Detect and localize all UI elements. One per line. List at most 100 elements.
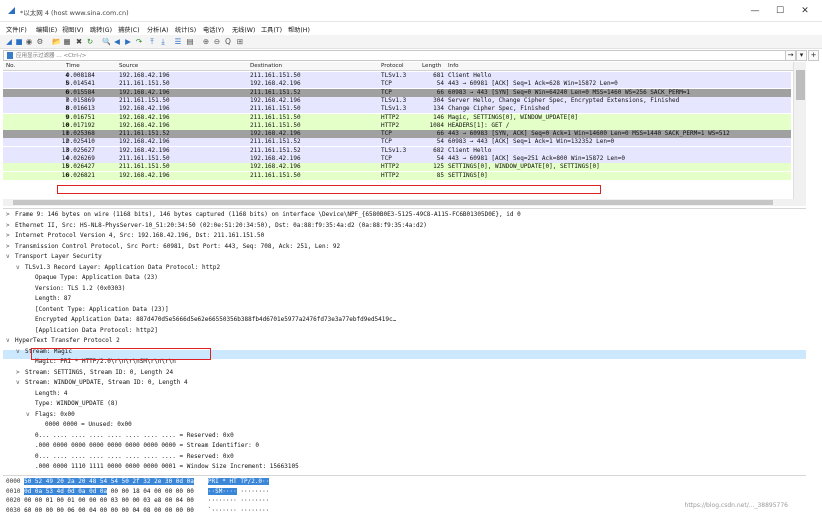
apply-filter-button[interactable]: → <box>785 50 796 61</box>
ascii-highlight[interactable]: ··SM···· <box>207 487 237 495</box>
detail-line[interactable]: Length: 4 <box>26 389 68 399</box>
table-row[interactable]: 5 0.014541 211.161.151.50 192.168.42.196 TCP… <box>3 80 791 89</box>
menu-item-4[interactable]: 捕获(C) <box>118 25 140 34</box>
first-icon[interactable]: ⤒ <box>148 38 156 46</box>
menu-item-1[interactable]: 编辑(E) <box>36 25 57 34</box>
detail-line[interactable]: v Flags: 0x00 <box>26 410 75 420</box>
detail-line[interactable]: > Frame 9: 146 bytes on wire (1168 bits),… <box>6 210 521 220</box>
detail-line[interactable]: .000 0000 1110 1111 0000 0000 0000 0001 … <box>26 462 299 472</box>
packet-bytes-pane[interactable]: 0000 50 52 49 20 2a 20 48 54 54 50 2f 32… <box>3 475 806 517</box>
detail-line[interactable]: v Stream: WINDOW_UPDATE, Stream ID: 0, Le… <box>16 378 188 388</box>
column-header-2[interactable]: Source <box>119 63 138 69</box>
detail-line[interactable]: > Transmission Control Protocol, Src Port… <box>6 242 340 252</box>
detail-line[interactable]: Length: 87 <box>26 294 71 304</box>
packet-details-pane[interactable]: > Frame 9: 146 bytes on wire (1168 bits),… <box>3 208 806 473</box>
packet-list-scrollbar[interactable] <box>793 62 806 199</box>
display-filter-input[interactable] <box>16 51 716 60</box>
table-row[interactable]: 4 0.008184 192.168.42.196 211.161.151.50 TLS… <box>3 72 791 80</box>
scrollbar-thumb[interactable] <box>796 70 805 100</box>
tree-arrow-icon[interactable]: v <box>16 378 25 388</box>
menu-item-3[interactable]: 跳转(G) <box>90 25 112 34</box>
ascii-bytes[interactable]: `······· ········ <box>208 507 269 514</box>
maximize-button[interactable]: ☐ <box>772 4 788 18</box>
tree-arrow-icon[interactable]: v <box>16 263 25 273</box>
reload-icon[interactable]: ↻ <box>86 38 94 46</box>
tree-arrow-icon[interactable]: v <box>6 336 15 346</box>
tree-arrow-icon[interactable]: > <box>6 242 15 252</box>
stop-icon[interactable]: ■ <box>15 38 23 46</box>
column-header-1[interactable]: Time <box>66 63 80 69</box>
tree-arrow-icon[interactable]: v <box>16 347 25 357</box>
table-row[interactable]: 8 0.016613 192.168.42.196 211.161.151.50 TLS… <box>3 105 791 114</box>
detail-line[interactable]: 0000 0000 = Unused: 0x00 <box>36 420 132 430</box>
menu-item-5[interactable]: 分析(A) <box>147 25 168 34</box>
table-row[interactable]: 12 0.025410 192.168.42.196 211.161.151.52 TC… <box>3 138 791 147</box>
close-button[interactable]: ✕ <box>797 4 813 18</box>
column-header-0[interactable]: No. <box>6 63 15 69</box>
packet-list[interactable]: No. Time Source Destination Protocol Length In… <box>3 62 806 199</box>
detail-line[interactable]: Version: TLS 1.2 (0x0303) <box>26 284 125 294</box>
detail-line[interactable]: v Transport Layer Security <box>6 252 102 262</box>
hex-bytes[interactable]: 60 00 00 00 06 00 04 00 00 00 04 08 00 0… <box>24 507 194 514</box>
colorize-icon[interactable]: ▤ <box>186 38 194 46</box>
table-row[interactable]: 15 0.026427 211.161.151.50 192.168.42.196 HT… <box>3 163 791 172</box>
detail-line[interactable]: > Internet Protocol Version 4, Src: 192.1… <box>6 231 264 241</box>
table-row[interactable]: 11 0.025368 211.161.151.52 192.168.42.196 TC… <box>3 130 791 139</box>
table-row[interactable]: 6 0.015584 192.168.42.196 211.161.151.52 TCP… <box>3 88 791 97</box>
add-filter-button[interactable]: + <box>808 50 819 61</box>
hex-bytes[interactable]: 00 00 18 04 00 00 00 00 <box>107 488 194 495</box>
menu-item-2[interactable]: 视图(V) <box>62 25 83 34</box>
ascii-bytes[interactable]: ········ ········ <box>208 497 269 504</box>
options-icon[interactable]: ⚙ <box>36 38 44 46</box>
menu-item-8[interactable]: 无线(W) <box>232 25 255 34</box>
table-row[interactable]: 10 0.017192 192.168.42.196 211.161.151.50 HT… <box>3 121 791 130</box>
tree-arrow-icon[interactable]: v <box>6 252 15 262</box>
filter-dropdown-button[interactable]: ▾ <box>796 50 807 61</box>
table-row[interactable]: 13 0.025627 192.168.42.196 211.161.151.52 TL… <box>3 146 791 155</box>
table-row[interactable]: 16 0.026821 192.168.42.196 211.161.151.50 HT… <box>3 171 791 180</box>
menu-item-10[interactable]: 帮助(H) <box>288 25 310 34</box>
save-icon[interactable]: ▦ <box>63 38 71 46</box>
table-row[interactable]: 9 0.016751 192.168.42.196 211.161.151.50 HTT… <box>3 113 791 122</box>
hex-highlight[interactable]: 50 52 49 20 2a 20 48 54 54 50 2f 32 2e 3… <box>24 478 194 485</box>
column-header-6[interactable]: Info <box>448 63 459 69</box>
detail-line[interactable]: 0... .... .... .... .... .... .... .... … <box>26 452 234 462</box>
detail-line[interactable]: [Application Data Protocol: http2] <box>26 326 158 336</box>
open-icon[interactable]: 📂 <box>52 38 60 46</box>
detail-line[interactable]: v HyperText Transfer Protocol 2 <box>6 336 120 346</box>
detail-line[interactable]: > Ethernet II, Src: HS-NL8-PhysServer-10_… <box>6 221 427 231</box>
menu-item-7[interactable]: 电话(Y) <box>203 25 224 34</box>
detail-line[interactable]: Encrypted Application Data: 887d470d5e56… <box>26 315 396 325</box>
minimize-button[interactable]: — <box>747 4 763 18</box>
back-icon[interactable]: ◀ <box>113 38 121 46</box>
bookmark-icon[interactable] <box>7 52 13 59</box>
tree-arrow-icon[interactable]: v <box>26 410 35 420</box>
detail-line[interactable]: v TLSv1.3 Record Layer: Application Data … <box>16 263 220 273</box>
goto-icon[interactable]: ↷ <box>135 38 143 46</box>
resize-columns-icon[interactable]: ⊞ <box>236 38 244 46</box>
tree-arrow-icon[interactable]: > <box>16 368 25 378</box>
forward-icon[interactable]: ▶ <box>124 38 132 46</box>
table-row[interactable]: 14 0.026269 211.161.151.50 192.168.42.196 TC… <box>3 155 791 163</box>
close-file-icon[interactable]: ✖ <box>75 38 83 46</box>
detail-line[interactable]: > Stream: SETTINGS, Stream ID: 0, Length … <box>16 368 173 378</box>
tree-arrow-icon[interactable]: > <box>6 221 15 231</box>
hex-highlight[interactable]: 0d 0a 53 4d 0d 0a 0d 0a <box>24 487 108 495</box>
zoom-normal-icon[interactable]: Q <box>224 38 232 46</box>
tree-arrow-icon[interactable]: > <box>6 231 15 241</box>
packet-list-hscrollbar[interactable] <box>3 199 806 206</box>
detail-line[interactable]: Opaque Type: Application Data (23) <box>26 273 158 283</box>
tree-arrow-icon[interactable]: > <box>6 210 15 220</box>
column-header-3[interactable]: Destination <box>250 63 282 69</box>
shark-fin-icon[interactable]: ◢ <box>5 38 13 46</box>
detail-line[interactable]: Type: WINDOW_UPDATE (8) <box>26 399 118 409</box>
menu-item-0[interactable]: 文件(F) <box>6 25 27 34</box>
hscrollbar-thumb[interactable] <box>13 200 773 205</box>
ascii-bytes[interactable]: ········ <box>237 488 269 495</box>
menu-item-6[interactable]: 统计(S) <box>175 25 196 34</box>
last-icon[interactable]: ⤓ <box>159 38 167 46</box>
ascii-highlight[interactable]: PRI * HT TP/2.0·· <box>207 478 270 485</box>
table-row[interactable]: 7 0.015869 211.161.151.50 192.168.42.196 TLS… <box>3 96 791 105</box>
autoscroll-icon[interactable]: ☰ <box>174 38 182 46</box>
zoom-in-icon[interactable]: ⊕ <box>202 38 210 46</box>
